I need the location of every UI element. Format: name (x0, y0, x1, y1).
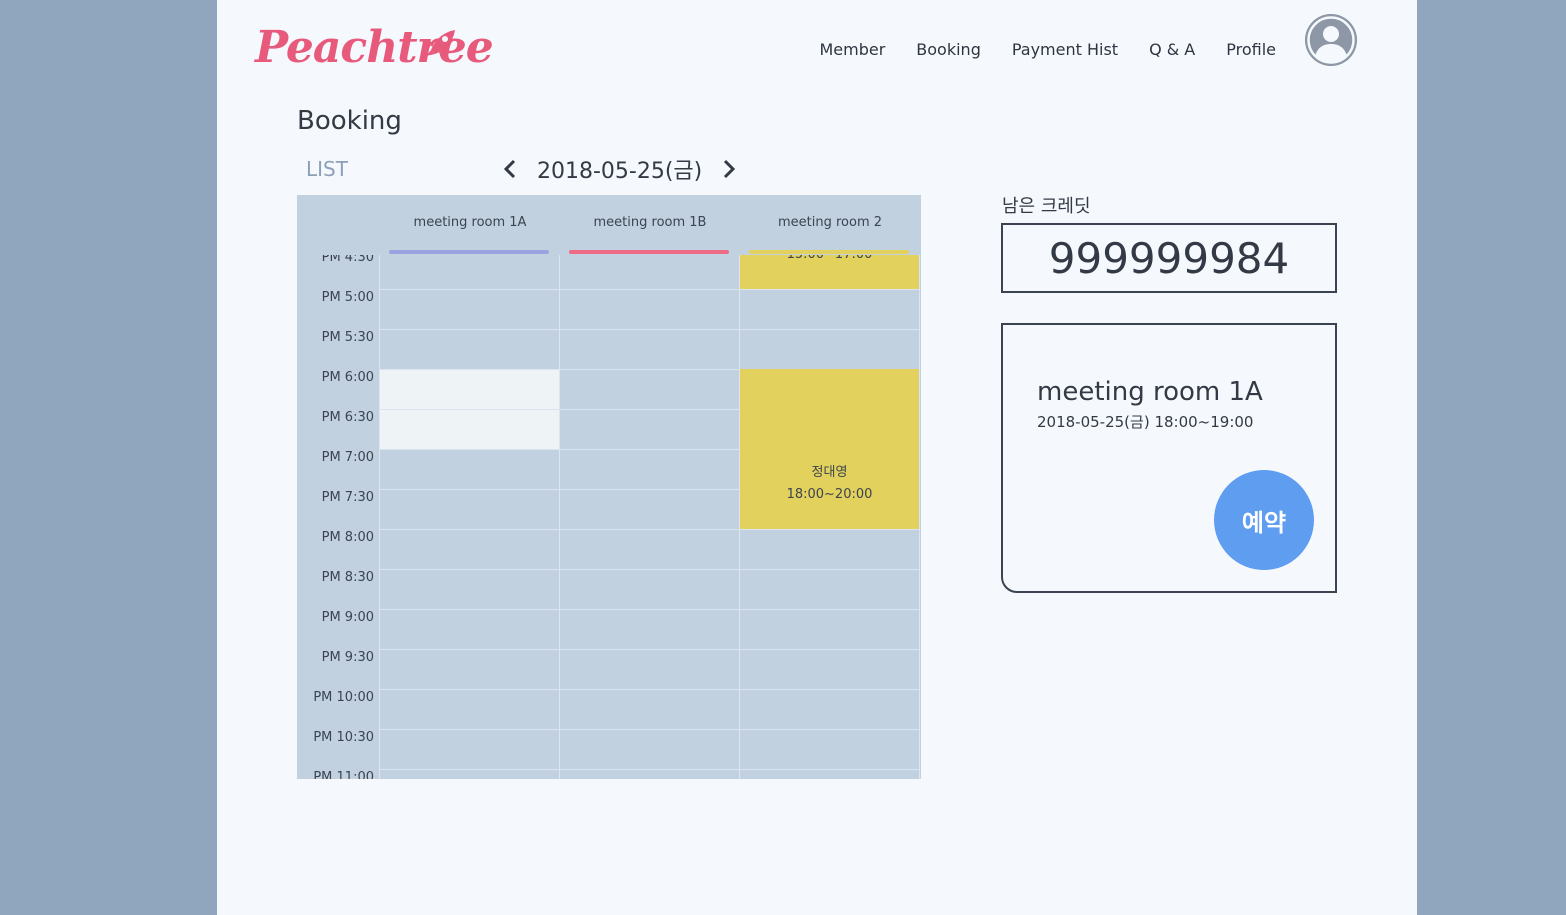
room-color-bar (569, 250, 729, 254)
time-label: PM 9:00 (321, 610, 374, 625)
selected-datetime: 2018-05-25(금) 18:00~19:00 (1037, 413, 1254, 431)
user-avatar[interactable] (1305, 14, 1357, 66)
selected-slot[interactable] (380, 410, 559, 450)
date-navigator: 2018-05-25(금) (499, 153, 740, 185)
grid-line (379, 649, 919, 650)
book-button[interactable]: 예약 (1214, 470, 1314, 570)
nav-qna[interactable]: Q & A (1149, 40, 1195, 59)
grid-line (379, 609, 919, 610)
grid-column-line (919, 255, 920, 779)
room-color-bar (749, 250, 909, 254)
time-label: PM 5:30 (321, 330, 374, 345)
nav-booking[interactable]: Booking (916, 40, 981, 59)
nav-profile[interactable]: Profile (1226, 40, 1276, 59)
calendar-grid: PM 4:30 PM 5:00 PM 5:30 PM 6:00 PM 6:30 … (297, 195, 921, 779)
time-label: PM 11:00 (313, 770, 374, 779)
calendar-header: meeting room 1A meeting room 1B meeting … (297, 195, 921, 255)
brand-logo-text: Peachtree (255, 22, 494, 73)
time-label: PM 8:00 (321, 530, 374, 545)
time-label: PM 10:00 (313, 690, 374, 705)
room-header: meeting room 1B (593, 215, 707, 230)
chevron-left-icon (503, 159, 516, 179)
selected-slot[interactable] (380, 370, 559, 410)
list-link[interactable]: LIST (306, 157, 348, 181)
grid-line (379, 729, 919, 730)
grid-column-line (559, 255, 560, 779)
selected-room: meeting room 1A (1037, 377, 1263, 407)
grid-line (379, 329, 919, 330)
time-label: PM 5:00 (321, 290, 374, 305)
current-date: 2018-05-25(금) (537, 159, 703, 184)
booking-calendar: PM 4:30 PM 5:00 PM 5:30 PM 6:00 PM 6:30 … (297, 195, 921, 779)
room-header: meeting room 2 (777, 215, 883, 230)
grid-line (379, 569, 919, 570)
user-icon (1305, 14, 1357, 66)
room-header: meeting room 1A (413, 215, 527, 230)
prev-date-button[interactable] (499, 154, 521, 184)
event-time: 18:00~20:00 (786, 487, 873, 502)
nav-member[interactable]: Member (819, 40, 885, 59)
grid-line (379, 769, 919, 770)
brand-logo[interactable]: Peachtree (255, 22, 494, 78)
time-label: PM 10:30 (313, 730, 374, 745)
page-title: Booking (297, 106, 402, 136)
time-label: PM 7:00 (321, 450, 374, 465)
credit-value: 999999984 (1048, 233, 1290, 283)
main-nav: Member Booking Payment Hist Q & A Profil… (819, 40, 1276, 59)
chevron-right-icon (724, 159, 736, 179)
credit-balance: 999999984 (1001, 223, 1337, 293)
grid-line (379, 689, 919, 690)
page: Peachtree Member Booking Payment Hist Q … (217, 0, 1417, 915)
next-date-button[interactable] (718, 154, 740, 184)
booking-event[interactable]: 정대영 18:00~20:00 (740, 369, 919, 529)
nav-payment-hist[interactable]: Payment Hist (1012, 40, 1118, 59)
grid-line (379, 289, 919, 290)
time-label: PM 9:30 (321, 650, 374, 665)
event-booker: 정대영 (811, 465, 848, 480)
credit-label: 남은 크레딧 (1002, 196, 1091, 217)
grid-line (379, 529, 919, 530)
time-label: PM 7:30 (321, 490, 374, 505)
room-color-bar (389, 250, 549, 254)
time-label: PM 6:30 (321, 410, 374, 425)
time-label: PM 6:00 (321, 370, 374, 385)
rocket-icon (426, 30, 455, 58)
grid-column-line (379, 255, 380, 779)
selection-card: meeting room 1A 2018-05-25(금) 18:00~19:0… (1001, 323, 1337, 593)
time-label: PM 8:30 (321, 570, 374, 585)
